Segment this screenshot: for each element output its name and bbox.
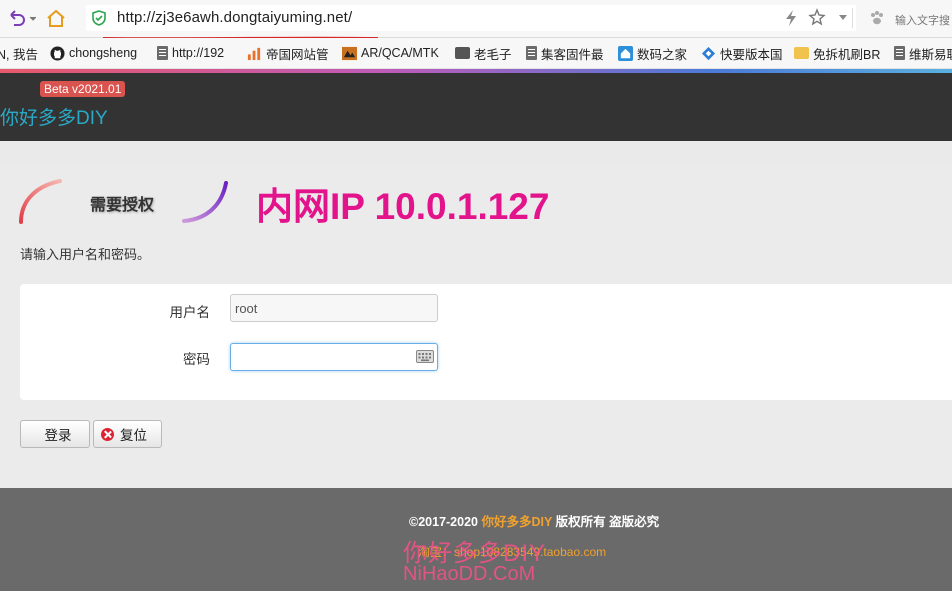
reset-button-label: 复位 — [120, 428, 147, 443]
bookmark-item[interactable]: 数码之家 — [618, 44, 687, 62]
reset-button[interactable]: 复位 — [93, 420, 162, 448]
copyright-year: ©2017-2020 — [409, 515, 478, 529]
paw-icon[interactable] — [869, 10, 885, 26]
bookmark-item[interactable]: 快要版本国 — [701, 44, 783, 62]
site-footer: ©2017-2020 你好多多DIY 版权所有 盗版必究 淘宝：shop1082… — [0, 488, 952, 591]
address-bar[interactable]: http://zj3e6awh.dongtaiyuming.net/ — [86, 5, 856, 39]
bookmark-label: 维斯易联 — [909, 47, 952, 62]
bookmarks-bar: N, 我告 chongsheng http://192 帝国网站管 AR/QCA… — [0, 38, 952, 69]
undo-arrow-icon — [10, 10, 36, 26]
bookmark-item[interactable]: AR/QCA/MTK — [342, 44, 439, 62]
login-panel: 需要授权 内网IP 10.0.1.127 请输入用户名和密码。 用户名 密码 登… — [0, 162, 952, 488]
bookmark-item[interactable]: N, 我告 — [0, 44, 38, 62]
bookmark-label: AR/QCA/MTK — [361, 46, 439, 60]
login-prompt: 请输入用户名和密码。 — [20, 247, 151, 262]
keyboard-icon[interactable] — [416, 350, 434, 363]
bookmark-label: http://192 — [172, 46, 225, 60]
login-button-label: 登录 — [44, 428, 72, 443]
home-button[interactable] — [44, 8, 68, 28]
bookmark-label: 帝国网站管 — [266, 47, 329, 62]
toolbar-divider — [852, 8, 853, 28]
bookmark-label: 免拆机刷BR — [813, 47, 881, 62]
bookmark-label: 数码之家 — [637, 47, 688, 62]
back-button[interactable] — [4, 8, 38, 28]
bookmark-item[interactable]: chongsheng — [50, 44, 137, 62]
browser-toolbar: http://zj3e6awh.dongtaiyuming.net/ 输入文字搜 — [0, 0, 952, 39]
reset-icon — [101, 427, 114, 441]
decorative-arc-icon — [19, 179, 62, 224]
bookmark-item[interactable]: 免拆机刷BR — [794, 44, 880, 62]
url-text: http://zj3e6awh.dongtaiyuming.net/ — [117, 9, 353, 26]
copyright-brand-link[interactable]: 你好多多DIY — [481, 515, 552, 529]
brand-link[interactable]: 你好多多DIY — [0, 103, 108, 130]
copyright-text: ©2017-2020 你好多多DIY 版权所有 盗版必究 — [409, 511, 659, 530]
auth-title: 需要授权 — [90, 197, 155, 214]
lightning-icon[interactable] — [784, 9, 798, 27]
secure-shield-icon — [92, 10, 106, 26]
version-badge: Beta v2021.01 — [40, 81, 126, 97]
site-logo-icon — [247, 47, 261, 60]
bookmark-item[interactable]: 集客固件最 — [526, 44, 604, 62]
folder-icon — [794, 47, 809, 59]
watermark-domain: NiHaoDD.CoM — [403, 563, 536, 585]
star-icon[interactable] — [808, 8, 826, 26]
bookmark-label: N, 我告 — [0, 47, 38, 62]
home-icon — [47, 9, 65, 27]
bookmark-label: 老毛子 — [474, 47, 512, 62]
home-site-icon — [618, 45, 633, 61]
decorative-arc-icon — [182, 181, 228, 223]
login-button[interactable]: 登录 — [20, 420, 90, 448]
bookmark-item[interactable]: http://192 — [157, 44, 224, 62]
bookmark-item[interactable]: 帝国网站管 — [247, 44, 329, 62]
password-label: 密码 — [183, 352, 210, 367]
password-field[interactable] — [230, 343, 438, 371]
ip-banner: 内网IP 10.0.1.127 — [256, 186, 550, 227]
copyright-notice: 版权所有 盗版必究 — [555, 515, 660, 529]
chevron-down-icon[interactable] — [838, 14, 848, 22]
page-icon — [894, 46, 905, 60]
username-label: 用户名 — [169, 305, 211, 320]
bookmark-item[interactable]: 老毛子 — [455, 44, 512, 62]
app-icon — [342, 46, 357, 60]
search-box[interactable]: 输入文字搜 — [895, 12, 950, 28]
github-icon — [50, 45, 65, 61]
page-icon — [157, 46, 168, 60]
site-header: Beta v2021.01 你好多多DIY — [0, 73, 952, 141]
bookmark-label: 集客固件最 — [541, 47, 604, 62]
bookmark-item[interactable]: 维斯易联 — [894, 44, 952, 62]
bookmark-label: 快要版本国 — [720, 47, 783, 62]
folder-icon — [455, 47, 470, 59]
bookmark-label: chongsheng — [69, 46, 138, 60]
username-field[interactable] — [230, 294, 438, 322]
login-form: 用户名 密码 — [20, 284, 952, 400]
diamond-site-icon — [701, 46, 716, 60]
page-icon — [526, 46, 537, 60]
